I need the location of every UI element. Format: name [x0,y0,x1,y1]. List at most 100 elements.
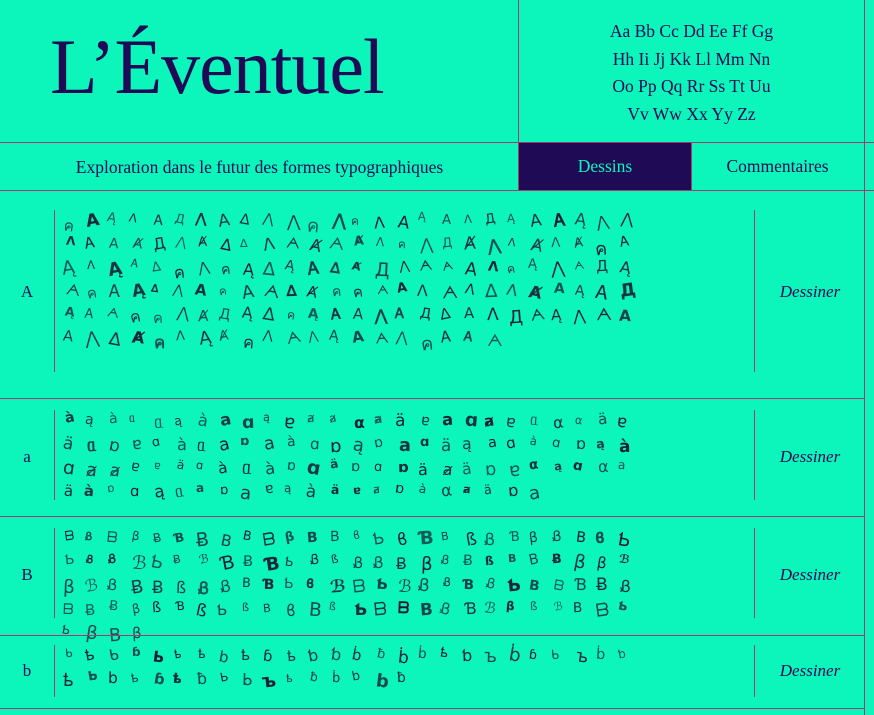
drawn-glyph: ƅ [306,644,320,666]
alphabet-line: Oo Pp Qq Rr Ss Tt Uu [612,76,771,96]
drawn-glyph: ɑ [195,457,204,473]
tab-commentaires[interactable]: Commentaires [691,143,864,190]
glyph-grid: ค A Ą Λ Ꭺ Д ⋀ A ∆ ⋀ ⋀ ค ⋀ ค Λ A Ą A Λ Д Ą A Ꭺ Ą ⋀ ⋀ Λ Ꭺ A Ⱥ Д ⋀ Ⱥ ∆ ∆ Λ ᗅ Ⱥ ᗅ Ⱥ… [60,209,652,400]
draw-link[interactable]: Dessiner [755,565,865,585]
drawn-glyph: Λ [86,258,96,273]
drawn-glyph: ค [154,333,166,353]
drawn-glyph: ą [172,412,184,429]
drawn-glyph: ℬ [197,550,210,567]
drawn-glyph: ค [397,237,407,252]
drawn-glyph: ⋀ [262,210,276,228]
drawn-glyph: ᗅ [376,281,389,297]
drawn-glyph: ɑ [129,481,140,501]
drawn-glyph: Д [441,235,453,252]
drawn-glyph: ⋀ [196,258,211,277]
drawn-glyph: ą [151,479,166,502]
drawn-glyph: ɐ [131,433,143,454]
draw-link[interactable]: Dessiner [755,282,865,302]
drawn-glyph: Ꭺ [82,233,97,253]
drawn-glyph: Ᏸ [84,552,94,567]
drawn-glyph: Ƀ [243,552,254,570]
drawn-glyph: ᗷ [552,576,566,595]
drawn-glyph: Ⱥ [351,259,363,274]
drawn-glyph: Λ [463,211,473,226]
drawn-glyph: Ⱥ [130,327,146,348]
drawn-glyph: ḃ [396,647,410,669]
drawn-glyph: à [196,410,210,431]
drawn-glyph: à [176,434,187,455]
drawn-glyph: Ƅ [148,551,165,575]
drawn-glyph: ą [84,411,96,429]
drawn-glyph: ą [461,434,472,454]
drawn-glyph: ∆ [150,281,160,296]
drawn-glyph: ä [330,481,340,497]
drawn-glyph: Ƀ [151,576,164,597]
drawn-glyph: α [551,411,565,433]
drawn-glyph: B [330,528,341,545]
drawn-glyph: Д [218,304,233,324]
drawn-glyph: Ƅ [283,575,295,593]
drawn-glyph: ⱥ [372,411,383,427]
drawn-glyph: ɒ [576,433,587,453]
draw-link[interactable]: Dessiner [755,661,865,681]
drawn-glyph: Ą [60,257,77,280]
drawn-glyph: Д [374,259,391,282]
drawn-glyph: Ƀ [194,528,210,553]
row-letter: a [23,447,31,466]
drawn-glyph: Ᏸ [439,551,450,568]
drawn-glyph: Д [483,211,497,228]
drawn-glyph: ƅ [462,645,473,665]
drawn-glyph: ᥲ [128,410,136,426]
drawn-glyph: ḃ [349,644,363,665]
drawn-glyph: à [83,482,95,501]
drawn-glyph: A [108,235,120,253]
drawn-glyph: Ą [307,305,320,323]
drawn-glyph: ɑ [504,432,518,453]
drawn-glyph: β [420,553,433,576]
drawn-glyph: ɒ [398,458,410,477]
drawn-glyph: ɒ [484,458,497,481]
drawn-glyph: B [527,550,541,569]
tab-dessins[interactable]: Dessins [519,143,691,190]
drawn-glyph: Ą [573,209,588,231]
drawn-glyph: ᗅ [328,233,347,254]
drawn-glyph: ⋀ [306,328,319,344]
drawn-glyph: Λ [127,210,139,227]
drawn-glyph: Ꭺ [594,281,611,306]
drawn-glyph: ∆ [328,258,342,278]
drawn-glyph: Ꭺ [394,305,405,322]
drawn-glyph: Ƅ [353,599,367,620]
drawn-glyph: Ƀ [152,530,163,546]
drawn-glyph: Ꭺ [439,327,453,347]
glyph-grid: àąàᥲᥲąàaɑąɐⱥⱥαⱥäɐaɑⱥɐᥲααäɐäᥲɒɐɑàᥲaɒaàɑɒą… [61,409,652,515]
drawn-glyph: ⋀ [374,306,389,326]
drawn-glyph: ค [350,214,360,229]
drawn-glyph: ᑲ [64,645,74,661]
drawn-glyph: ค [419,333,434,356]
drawn-glyph: Λ [463,281,477,300]
drawn-glyph: ᗷ [594,599,611,622]
drawn-glyph: B [262,600,272,615]
drawn-glyph: Ƅ [375,574,389,594]
drawn-glyph: B [528,577,541,595]
drawn-glyph: ä [328,456,340,472]
drawn-glyph: ค [85,284,99,303]
drawn-glyph: ϐ [351,527,361,543]
drawn-glyph: a [486,434,498,452]
drawn-glyph: B [507,552,517,566]
drawn-glyph: Ᏸ [84,530,93,544]
drawn-glyph: Ᏸ [197,577,210,598]
drawn-glyph: a [398,435,412,457]
drawn-glyph: ɐ [615,410,629,432]
drawn-glyph: Ᏸ [620,576,632,596]
row-separator [54,645,55,697]
alphabet-line: Vv Ww Xx Yy Zz [627,103,756,124]
drawn-glyph: ɐ [129,457,142,476]
drawn-glyph: ⱥ [441,459,454,480]
draw-link[interactable]: Dessiner [755,447,865,467]
drawn-glyph: ϐ [286,601,297,621]
drawn-glyph: ъ [261,670,278,694]
drawn-glyph: ⋀ [286,212,301,232]
drawn-glyph: ค [152,309,164,327]
alphabet-line: Hh Ii Jj Kk Ll Mm Nn [612,48,771,69]
